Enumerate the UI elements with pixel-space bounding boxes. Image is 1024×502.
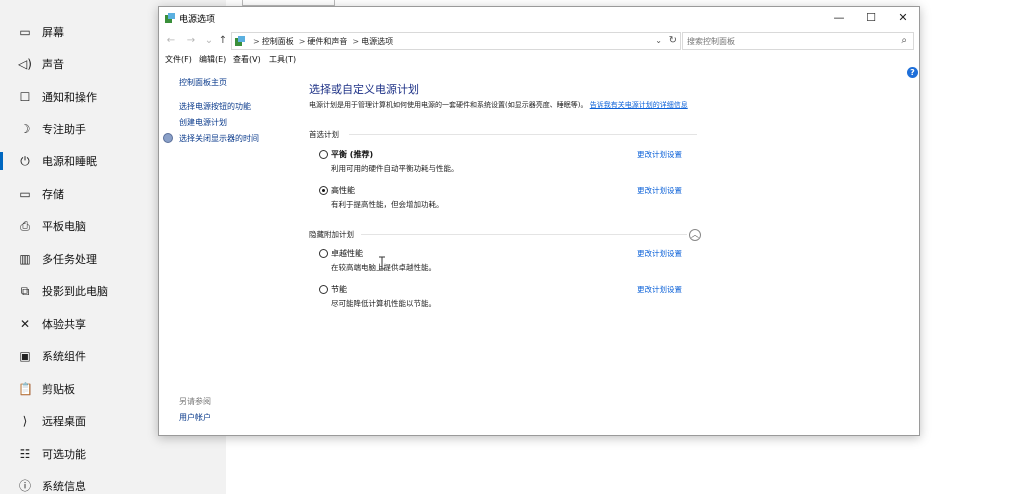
hidden-plans-label: 隐藏附加计划 [309,230,354,239]
sidebar-item-label: 通知和操作 [42,91,97,104]
help-icon[interactable]: ? [907,67,918,78]
description-text: 电源计划是用于管理计算机如何使用电源的一套硬件和系统设置(如显示器亮度、睡眠等)… [309,101,588,109]
sidebar-item-label: 剪贴板 [42,383,75,396]
components-icon: ▣ [19,349,31,363]
user-accounts-link[interactable]: 用户帐户 [179,412,211,423]
see-also-label: 另请参阅 [179,397,211,406]
radio-ultimate-performance[interactable] [319,249,328,258]
sidebar-item-label: 系统组件 [42,350,86,363]
forward-arrow-icon[interactable]: → [185,34,197,48]
shield-icon [163,133,173,143]
sidebar-item-label: 可选功能 [42,448,86,461]
divider [349,134,697,135]
display-icon: ▭ [19,25,31,39]
change-settings-power-saver-link[interactable]: 更改计划设置 [637,284,682,295]
breadcrumb-separator: > [298,37,306,46]
moon-icon: ☽ [19,122,31,136]
display-off-link[interactable]: 选择关闭显示器的时间 [179,133,259,144]
change-settings-ultimate-performance-link[interactable]: 更改计划设置 [637,248,682,259]
control-panel-icon [165,13,175,23]
multitask-icon: ▥ [19,252,31,266]
search-input[interactable] [687,35,887,47]
text-cursor-icon [379,256,385,270]
control-panel-home-link[interactable]: 控制面板主页 [179,77,227,88]
tablet-icon: ⎙ [20,219,30,233]
breadcrumb-hardware-sound[interactable]: 硬件和声音 [307,37,347,46]
address-dropdown-icon[interactable]: ⌄ [655,36,662,45]
create-plan-link[interactable]: 创建电源计划 [179,117,227,128]
breadcrumb-separator: > [253,37,260,46]
left-pane: 控制面板主页 选择电源按钮的功能 创建电源计划 选择关闭显示器的时间 另请参阅 … [159,71,299,431]
plan-desc-high-performance: 有利于提高性能，但会增加功耗。 [331,200,444,209]
features-icon: ☷ [19,447,31,461]
control-panel-icon [235,36,245,46]
sidebar-item-label: 专注助手 [42,123,86,136]
titlebar: 电源选项 — ☐ ✕ [159,7,919,29]
share-icon: ✕ [19,317,31,331]
sidebar-item-label: 平板电脑 [42,220,86,233]
sidebar-item-label: 系统信息 [42,480,86,493]
back-arrow-icon[interactable]: ← [165,34,177,48]
power-icon: ⏻ [20,154,30,168]
plan-name-high-performance[interactable]: 高性能 [331,185,355,196]
search-icon[interactable]: ⌕ [901,35,907,46]
storage-icon: ▭ [19,187,31,201]
menu-edit[interactable]: 编辑(E) [199,54,226,65]
up-arrow-icon[interactable]: ↑ [217,34,229,48]
learn-more-link[interactable]: 告诉我有关电源计划的详细信息 [590,101,688,109]
plan-name-ultimate-performance[interactable]: 卓越性能 [331,248,363,259]
sidebar-item-label: 远程桌面 [42,415,86,428]
plan-desc-power-saver: 尽可能降低计算机性能以节能。 [331,299,436,308]
preferred-plans-label: 首选计划 [309,130,339,139]
window-title: 电源选项 [179,15,216,25]
menu-view[interactable]: 查看(V) [233,54,261,65]
breadcrumb-control-panel[interactable]: 控制面板 [262,37,294,46]
sidebar-item-label: 多任务处理 [42,253,97,266]
address-field[interactable]: > 控制面板 > 硬件和声音 > 电源选项 ⌄ ↻ [231,32,681,50]
search-box[interactable]: ⌕ [682,32,914,50]
change-settings-high-performance-link[interactable]: 更改计划设置 [637,185,682,196]
divider [361,234,687,235]
sidebar-item-optional-features[interactable]: ☷ 可选功能 [0,438,226,470]
radio-balanced[interactable] [319,150,328,159]
breadcrumb-separator: > [352,37,360,46]
notification-icon: ☐ [19,90,31,104]
refresh-icon[interactable]: ↻ [669,35,677,46]
sidebar-item-label: 声音 [42,58,64,71]
minimize-button[interactable]: — [823,7,855,29]
description: 电源计划是用于管理计算机如何使用电源的一套硬件和系统设置(如显示器亮度、睡眠等)… [309,100,699,111]
info-icon: ⓘ [18,479,31,493]
sidebar-item-label: 电源和睡眠 [42,155,97,168]
project-icon: ⧉ [20,284,30,298]
speaker-icon: ◁) [18,57,32,71]
breadcrumb: > 控制面板 > 硬件和声音 > 电源选项 [250,36,395,47]
radio-power-saver[interactable] [319,285,328,294]
sidebar-item-about[interactable]: ⓘ 系统信息 [0,470,226,502]
power-options-window: 电源选项 — ☐ ✕ ← → ⌄ ↑ > 控制面板 > 硬件和声音 > 电源选项 ⌄ ↻ … [158,6,920,436]
clipboard-icon: 📋 [18,382,33,396]
sidebar-item-label: 存储 [42,188,64,201]
radio-high-performance[interactable] [319,186,328,195]
sidebar-item-label: 屏幕 [42,26,64,39]
plan-name-balanced[interactable]: 平衡 (推荐) [331,149,373,160]
address-bar: ← → ⌄ ↑ >控制面板>硬件和声音>电源选项 ⌄ ↻ ⌕ [159,31,919,51]
menu-file[interactable]: 文件(F) [165,54,192,65]
change-settings-balanced-link[interactable]: 更改计划设置 [637,149,682,160]
chevron-up-icon[interactable]: ︿ [689,229,701,241]
page-title: 选择或自定义电源计划 [309,83,419,96]
maximize-button[interactable]: ☐ [855,7,887,29]
power-button-link[interactable]: 选择电源按钮的功能 [179,101,251,112]
plan-desc-balanced: 利用可用的硬件自动平衡功耗与性能。 [331,164,459,173]
menu-bar: 文件(F) 编辑(E) 查看(V) 工具(T) [159,53,919,67]
remote-icon: ⟩ [22,414,28,428]
breadcrumb-power-options[interactable]: 电源选项 [361,37,393,46]
plan-name-power-saver[interactable]: 节能 [331,284,347,295]
close-button[interactable]: ✕ [887,7,919,29]
main-content: 选择或自定义电源计划 电源计划是用于管理计算机如何使用电源的一套硬件和系统设置(… [309,71,869,431]
menu-tools[interactable]: 工具(T) [269,54,296,65]
chevron-down-icon[interactable]: ⌄ [203,34,215,48]
sidebar-item-label: 体验共享 [42,318,86,331]
sidebar-item-label: 投影到此电脑 [42,285,108,298]
